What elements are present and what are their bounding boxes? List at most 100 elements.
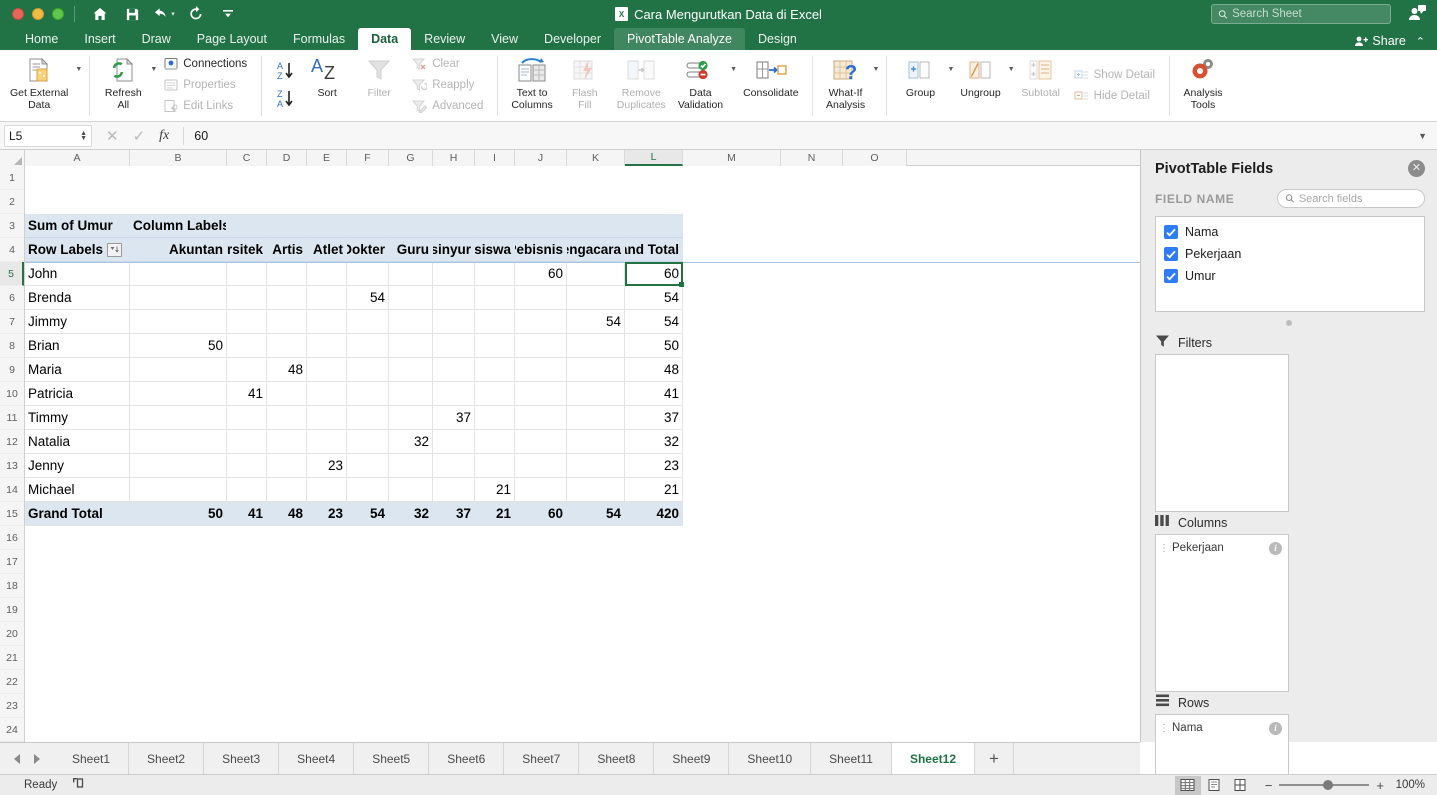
cell-M10[interactable] (683, 382, 781, 406)
cell-I4[interactable]: Mahasiswa (475, 238, 515, 262)
cell-G11[interactable] (389, 406, 433, 430)
cell-L2[interactable] (625, 190, 683, 214)
cell-A16[interactable] (25, 526, 130, 550)
cell-I18[interactable] (475, 574, 515, 598)
row-header-9[interactable]: 9 (0, 358, 24, 382)
cell-I10[interactable] (475, 382, 515, 406)
cell-F18[interactable] (347, 574, 389, 598)
cell-M11[interactable] (683, 406, 781, 430)
cell-E17[interactable] (307, 550, 347, 574)
cell-M1[interactable] (683, 166, 781, 190)
column-header-J[interactable]: J (515, 150, 567, 166)
cell-L14[interactable]: 21 (625, 478, 683, 502)
cell-F16[interactable] (347, 526, 389, 550)
sort-descending-button[interactable]: Z A (272, 88, 298, 110)
cell-C21[interactable] (227, 646, 267, 670)
cell-C17[interactable] (227, 550, 267, 574)
cell-B17[interactable] (130, 550, 227, 574)
cell-H11[interactable]: 37 (433, 406, 475, 430)
cell-B16[interactable] (130, 526, 227, 550)
column-header-N[interactable]: N (781, 150, 843, 166)
cell-J1[interactable] (515, 166, 567, 190)
row-header-16[interactable]: 16 (0, 526, 24, 550)
add-sheet-button[interactable]: + (975, 743, 1014, 774)
cell-B4[interactable]: Akuntan (130, 238, 227, 262)
cell-I9[interactable] (475, 358, 515, 382)
cell-D14[interactable] (267, 478, 307, 502)
data-validation-button[interactable]: Data Validation (672, 52, 729, 111)
cell-O22[interactable] (843, 670, 907, 694)
cell-H24[interactable] (433, 718, 475, 742)
cell-F10[interactable] (347, 382, 389, 406)
cell-E11[interactable] (307, 406, 347, 430)
chevron-down-icon[interactable]: ▼ (75, 66, 82, 73)
zoom-slider-thumb[interactable] (1323, 780, 1334, 790)
cell-F12[interactable] (347, 430, 389, 454)
cell-F2[interactable] (347, 190, 389, 214)
sheet-tab-sheet6[interactable]: Sheet6 (429, 743, 505, 774)
cell-K1[interactable] (567, 166, 625, 190)
cell-K10[interactable] (567, 382, 625, 406)
undo-icon[interactable]: ▾ (149, 2, 179, 26)
cell-J19[interactable] (515, 598, 567, 622)
cell-G12[interactable]: 32 (389, 430, 433, 454)
cell-G15[interactable]: 32 (389, 502, 433, 526)
cell-C12[interactable] (227, 430, 267, 454)
cell-L19[interactable] (625, 598, 683, 622)
cell-B12[interactable] (130, 430, 227, 454)
row-header-23[interactable]: 23 (0, 694, 24, 718)
cell-A14-rowlabel[interactable]: Michael (25, 478, 130, 502)
cell-C11[interactable] (227, 406, 267, 430)
cell-L1[interactable] (625, 166, 683, 190)
cell-M4[interactable] (683, 238, 781, 262)
cell-I13[interactable] (475, 454, 515, 478)
cell-G8[interactable] (389, 334, 433, 358)
cell-A24[interactable] (25, 718, 130, 742)
cell-N15[interactable] (781, 502, 843, 526)
column-header-F[interactable]: F (347, 150, 389, 166)
pivot-field-chip[interactable]: ⋮ Pekerjaan i (1156, 538, 1288, 558)
tab-view[interactable]: View (478, 28, 531, 50)
cell-M21[interactable] (683, 646, 781, 670)
cell-G9[interactable] (389, 358, 433, 382)
cell-N1[interactable] (781, 166, 843, 190)
expand-formula-bar-icon[interactable]: ▼ (1408, 131, 1437, 141)
formula-input[interactable] (184, 128, 1409, 143)
cell-I24[interactable] (475, 718, 515, 742)
cell-C7[interactable] (227, 310, 267, 334)
chevron-down-icon[interactable]: ▼ (730, 66, 737, 73)
cell-M20[interactable] (683, 622, 781, 646)
cell-J9[interactable] (515, 358, 567, 382)
customize-toolbar-icon[interactable] (213, 2, 243, 26)
chevron-down-icon[interactable]: ▼ (150, 66, 157, 73)
cell-F3[interactable] (347, 214, 389, 238)
search-fields-input[interactable] (1298, 192, 1417, 205)
cell-B20[interactable] (130, 622, 227, 646)
cell-K2[interactable] (567, 190, 625, 214)
maximize-window-button[interactable] (52, 8, 64, 20)
cell-D20[interactable] (267, 622, 307, 646)
cell-K4[interactable]: Pengacara (567, 238, 625, 262)
cell-F11[interactable] (347, 406, 389, 430)
cell-M7[interactable] (683, 310, 781, 334)
column-header-H[interactable]: H (433, 150, 475, 166)
cell-D16[interactable] (267, 526, 307, 550)
cell-B14[interactable] (130, 478, 227, 502)
cell-J3[interactable] (515, 214, 567, 238)
cell-E2[interactable] (307, 190, 347, 214)
cell-G16[interactable] (389, 526, 433, 550)
cell-E22[interactable] (307, 670, 347, 694)
tab-page-layout[interactable]: Page Layout (184, 28, 280, 50)
cell-F23[interactable] (347, 694, 389, 718)
tab-review[interactable]: Review (411, 28, 478, 50)
collapse-ribbon-icon[interactable]: ⌃ (1412, 35, 1429, 48)
cell-G24[interactable] (389, 718, 433, 742)
cell-N10[interactable] (781, 382, 843, 406)
cell-I20[interactable] (475, 622, 515, 646)
cell-B3-column-labels[interactable]: Column Labels (130, 214, 227, 238)
cell-E8[interactable] (307, 334, 347, 358)
cell-F15[interactable]: 54 (347, 502, 389, 526)
insert-function-icon[interactable]: fx (159, 128, 169, 144)
cell-E12[interactable] (307, 430, 347, 454)
cell-G1[interactable] (389, 166, 433, 190)
